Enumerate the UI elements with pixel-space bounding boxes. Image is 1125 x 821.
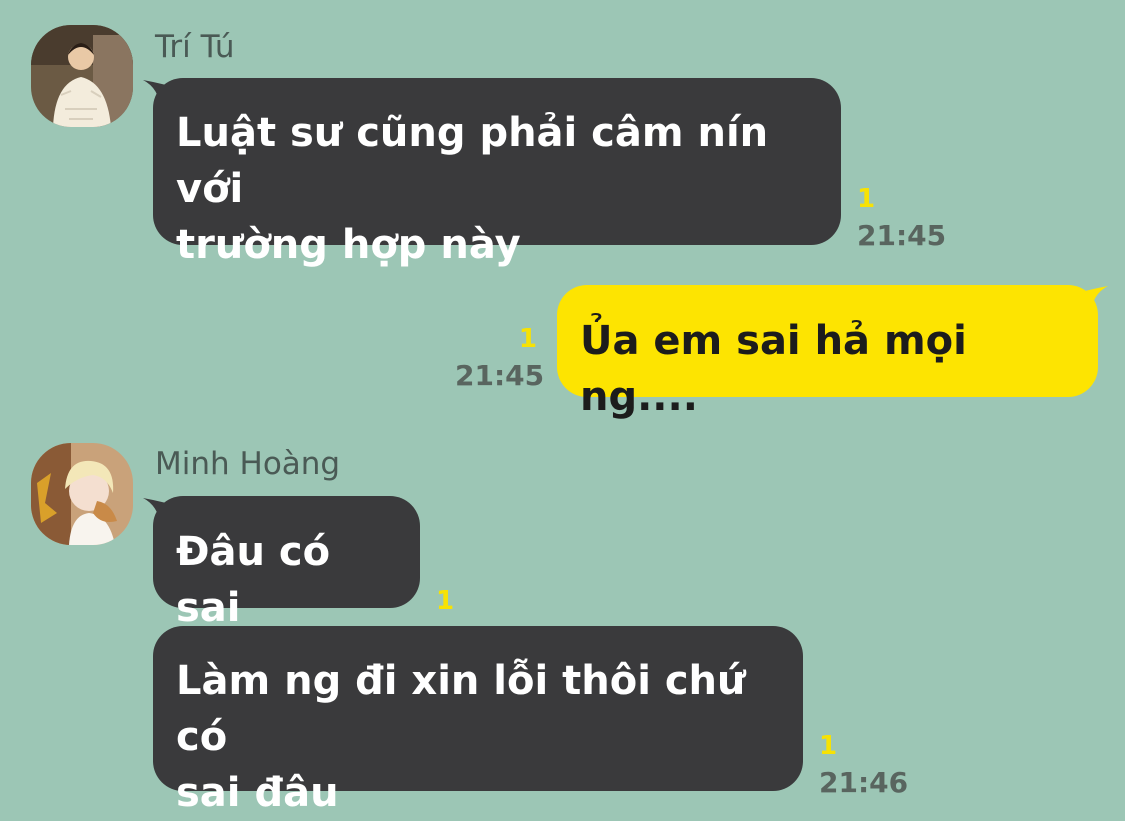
- unread-count: 1: [518, 324, 537, 354]
- message-meta: 1 21:45: [455, 324, 545, 392]
- avatar-tri-tu[interactable]: [31, 25, 133, 127]
- message-time: 21:46: [819, 766, 909, 799]
- message-meta: 1 21:46: [819, 733, 908, 797]
- message-line: sai đâu: [176, 770, 339, 816]
- unread-count: 1: [819, 731, 838, 761]
- unread-count: 1: [436, 586, 455, 616]
- message-time: 21:45: [857, 219, 947, 252]
- avatar-minh-hoang[interactable]: [31, 443, 133, 545]
- sender-name: Minh Hoàng: [155, 446, 341, 482]
- message-bubble-incoming[interactable]: Đâu có sai: [153, 496, 420, 631]
- message-bubble-outgoing[interactable]: Ủa em sai hả mọi ng....: [557, 285, 1098, 420]
- message-bubble-incoming[interactable]: Làm ng đi xin lỗi thôi chứ có sai đâu: [153, 626, 803, 816]
- unread-count: 1: [857, 184, 876, 214]
- message-meta: 1 21:45: [857, 186, 946, 250]
- message-bubble-incoming[interactable]: Luật sư cũng phải câm nín với trường hợp…: [153, 78, 841, 268]
- message-line: Làm ng đi xin lỗi thôi chứ có: [176, 658, 746, 760]
- message-meta: 1: [436, 588, 454, 624]
- message-line: Đâu có sai: [176, 529, 331, 631]
- message-line: trường hợp này: [176, 222, 521, 268]
- message-line: Ủa em sai hả mọi ng....: [580, 318, 967, 420]
- sender-name: Trí Tú: [155, 29, 235, 65]
- message-line: Luật sư cũng phải câm nín với: [176, 110, 769, 212]
- message-time: 21:45: [455, 359, 545, 392]
